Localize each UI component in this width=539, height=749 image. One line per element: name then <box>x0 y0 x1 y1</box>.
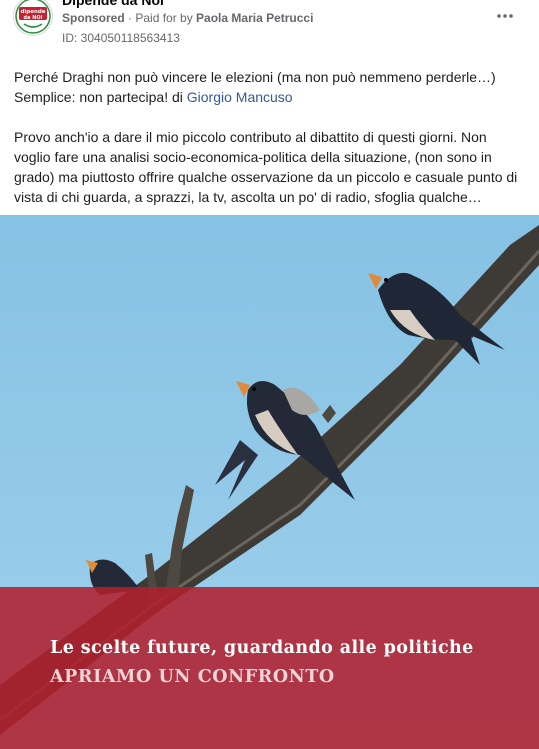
banner-headline: Le scelte future, guardando alle politic… <box>50 638 474 658</box>
svg-text:da NOI: da NOI <box>24 15 43 21</box>
ad-banner: Le scelte future, guardando alle politic… <box>0 587 539 749</box>
sponsored-line: Sponsored · Paid for by Paola Maria Petr… <box>62 11 313 25</box>
ad-id: ID: 304050118563413 <box>62 31 180 45</box>
author-link[interactable]: Giorgio Mancuso <box>187 89 293 105</box>
sponsored-label: Sponsored <box>62 11 125 25</box>
payer-name: Paola Maria Petrucci <box>196 11 314 25</box>
page-name[interactable]: Dipende da Noi <box>62 0 164 8</box>
ad-post: dipende da NOI Dipende da Noi Sponsored … <box>0 0 539 749</box>
post-paragraph-2: Provo anch'io a dare il mio piccolo cont… <box>14 129 518 205</box>
page-logo-icon: dipende da NOI <box>15 0 51 34</box>
paid-for-label: Paid for by <box>135 11 197 25</box>
page-avatar[interactable]: dipende da NOI <box>13 0 53 36</box>
post-paragraph-1: Perché Draghi non può vincere le elezion… <box>14 67 526 107</box>
more-horizontal-icon <box>497 14 513 18</box>
post-header: dipende da NOI Dipende da Noi Sponsored … <box>0 0 539 52</box>
post-text: Perché Draghi non può vincere le elezion… <box>14 67 526 207</box>
banner-subheadline: APRIAMO UN CONFRONTO <box>50 667 335 687</box>
more-options-button[interactable] <box>493 6 517 26</box>
ad-image[interactable]: Le scelte future, guardando alle politic… <box>0 215 539 749</box>
meta-separator: · <box>124 11 136 25</box>
